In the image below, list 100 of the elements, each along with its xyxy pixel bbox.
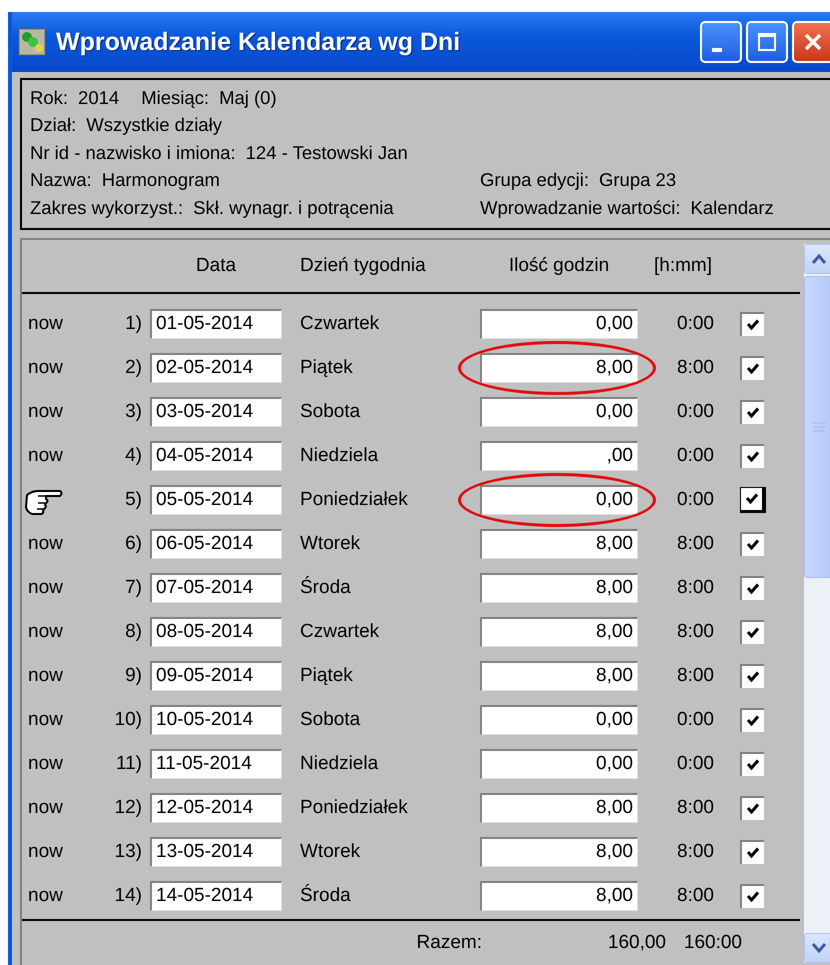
row-status: now <box>28 576 63 598</box>
checkbox[interactable] <box>740 752 764 776</box>
column-header: Dzień tygodnia <box>300 254 426 276</box>
row-number: 4) <box>125 444 142 466</box>
hours-field[interactable]: 8,00 <box>480 572 638 602</box>
info-label: Grupa edycji: <box>480 169 589 190</box>
scroll-down-button[interactable] <box>804 933 830 963</box>
checkbox[interactable] <box>740 796 764 820</box>
info-value: Skł. wynagr. i potrącenia <box>193 196 394 218</box>
weekday-label: Piątek <box>300 664 354 686</box>
checkbox[interactable] <box>740 576 764 600</box>
row-status: now <box>28 840 63 862</box>
total-label: Razem: <box>416 932 482 954</box>
scrollbar[interactable] <box>804 244 830 963</box>
date-field[interactable]: 06-05-2014 <box>150 528 282 558</box>
time-label: 0:00 <box>677 488 714 510</box>
row-status: now <box>28 752 63 774</box>
time-label: 8:00 <box>677 884 714 906</box>
hours-field[interactable]: 0,00 <box>480 748 638 778</box>
checkbox[interactable] <box>740 400 764 424</box>
maximize-button[interactable] <box>746 21 788 63</box>
time-label: 0:00 <box>677 444 714 466</box>
row-status: now <box>28 884 63 906</box>
date-field[interactable]: 09-05-2014 <box>150 660 282 690</box>
hours-field[interactable]: 8,00 <box>480 792 638 822</box>
hours-field[interactable]: 8,00 <box>480 616 638 646</box>
date-field[interactable]: 10-05-2014 <box>150 704 282 734</box>
info-value: Kalendarz <box>690 196 774 218</box>
time-label: 8:00 <box>677 356 714 378</box>
time-label: 0:00 <box>677 400 714 422</box>
weekday-label: Wtorek <box>300 840 362 862</box>
hours-field[interactable]: 8,00 <box>480 880 638 910</box>
info-label: Miesiąc: <box>141 86 210 108</box>
time-label: 8:00 <box>677 576 714 598</box>
row-number: 6) <box>125 532 142 554</box>
check-icon <box>745 756 761 772</box>
minimize-button[interactable] <box>700 21 742 63</box>
row-number: 1) <box>125 312 142 334</box>
hours-field[interactable]: 0,00 <box>480 704 638 734</box>
hours-field[interactable]: 8,00 <box>480 352 638 382</box>
minimize-icon <box>712 48 722 52</box>
row-number: 14) <box>114 884 142 906</box>
hours-field[interactable]: ,00 <box>480 440 638 470</box>
check-icon <box>745 800 761 816</box>
row-status: now <box>28 444 63 466</box>
total-time: 160:00 <box>684 932 742 954</box>
chevron-down-icon <box>811 942 827 954</box>
weekday-label: Niedziela <box>300 752 380 774</box>
checkbox[interactable] <box>740 708 764 732</box>
date-field[interactable]: 07-05-2014 <box>150 572 282 602</box>
check-icon <box>744 490 760 506</box>
time-label: 0:00 <box>677 708 714 730</box>
scroll-up-button[interactable] <box>804 244 830 274</box>
checkbox[interactable] <box>740 312 764 336</box>
weekday-label: Poniedziałek <box>300 488 409 510</box>
close-button[interactable] <box>792 21 830 63</box>
row-number: 10) <box>114 708 142 730</box>
window-title: Wprowadzanie Kalendarza wg Dni <box>56 28 462 56</box>
scroll-thumb[interactable] <box>804 276 830 578</box>
checkbox[interactable] <box>740 356 764 380</box>
hours-field[interactable]: 8,00 <box>480 660 638 690</box>
check-icon <box>745 624 761 640</box>
weekday-label: Wtorek <box>300 532 362 554</box>
date-field[interactable]: 12-05-2014 <box>150 792 282 822</box>
date-field[interactable]: 13-05-2014 <box>150 836 282 866</box>
checkbox[interactable] <box>740 444 764 468</box>
close-icon <box>802 31 824 53</box>
info-label: Zakres wykorzyst.: <box>30 196 184 218</box>
date-field[interactable]: 11-05-2014 <box>150 748 282 778</box>
info-label: Rok: <box>30 86 68 108</box>
time-label: 8:00 <box>677 532 714 554</box>
date-field[interactable]: 08-05-2014 <box>150 616 282 646</box>
grip-icon <box>813 422 825 432</box>
hours-field[interactable]: 8,00 <box>480 528 638 558</box>
checkbox[interactable] <box>740 664 764 688</box>
checkbox[interactable] <box>740 532 764 556</box>
hours-field[interactable]: 0,00 <box>480 484 638 514</box>
weekday-label: Poniedziałek <box>300 796 409 818</box>
info-value: 124 - Testowski Jan <box>246 142 408 163</box>
date-field[interactable]: 01-05-2014 <box>150 308 282 338</box>
row-number: 11) <box>116 752 142 774</box>
date-field[interactable]: 04-05-2014 <box>150 440 282 470</box>
checkbox[interactable] <box>740 620 764 644</box>
app-icon <box>18 28 46 56</box>
row-status: now <box>28 356 63 378</box>
checkbox[interactable] <box>740 840 764 864</box>
hours-field[interactable]: 8,00 <box>480 836 638 866</box>
date-field[interactable]: 14-05-2014 <box>150 880 282 910</box>
date-field[interactable]: 03-05-2014 <box>150 396 282 426</box>
row-number: 2) <box>125 356 142 378</box>
hours-field[interactable]: 0,00 <box>480 396 638 426</box>
weekday-label: Sobota <box>300 400 362 422</box>
date-field[interactable]: 02-05-2014 <box>150 352 282 382</box>
weekday-label: Środa <box>300 884 352 906</box>
hours-field[interactable]: 0,00 <box>480 308 638 338</box>
checkbox[interactable] <box>740 884 764 908</box>
chevron-up-icon <box>811 252 827 264</box>
info-label: Wprowadzanie wartości: <box>480 196 680 218</box>
date-field[interactable]: 05-05-2014 <box>150 484 282 514</box>
row-number: 13) <box>114 840 142 862</box>
